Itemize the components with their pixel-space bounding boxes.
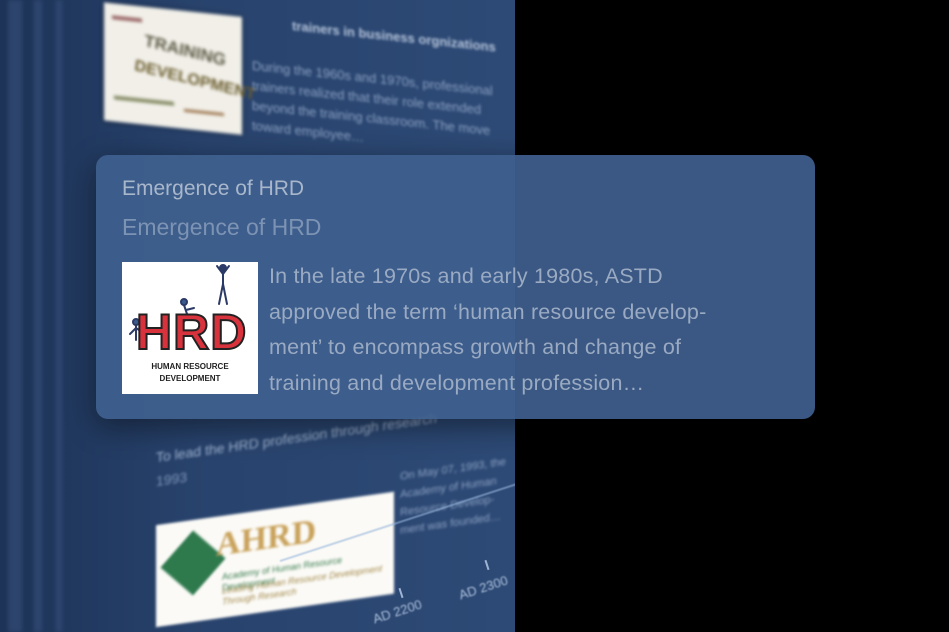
hrd-logo-caption: HUMAN RESOURCE [151, 362, 229, 371]
event-description-line: ment’ to encompass growth and change of [269, 335, 682, 359]
event-year: 1993 [156, 468, 188, 490]
hrd-logo-image: HRD HUMAN RESOURCE DEVELOPMENT [122, 262, 258, 394]
hrd-logo-letters: HRD [135, 304, 248, 360]
timeline-axis-tick: AD 2200 [370, 596, 424, 627]
focused-event-card[interactable]: Emergence of HRD Emergence of HRD HRD HU… [96, 155, 815, 419]
ahrd-logo-image: AHRD Academy of Human Resource Developme… [156, 491, 394, 628]
ahrd-logo-letters: AHRD [216, 512, 317, 564]
event-description: In the late 1970s and early 1980s, ASTD … [269, 259, 789, 401]
event-description-line: training and development profession… [269, 370, 645, 395]
panel-edge-stripe [34, 0, 42, 632]
hrd-logo-caption: DEVELOPMENT [159, 374, 221, 383]
wordcloud-word: DEVELOPMENT [133, 57, 257, 104]
panel-edge-stripe [8, 0, 22, 632]
event-description-line: approved the term ‘human resource develo… [269, 299, 707, 324]
timeline-viewport: trainers in business orgnizations TRAINI… [0, 0, 949, 632]
event-description-line: In the late 1970s and early 1980s, ASTD [269, 264, 663, 288]
event-title: Emergence of HRD [122, 177, 305, 200]
event-heading: trainers in business orgnizations [292, 18, 496, 55]
training-development-image: TRAINING DEVELOPMENT [104, 2, 256, 135]
event-subtitle: Emergence of HRD [122, 214, 322, 240]
